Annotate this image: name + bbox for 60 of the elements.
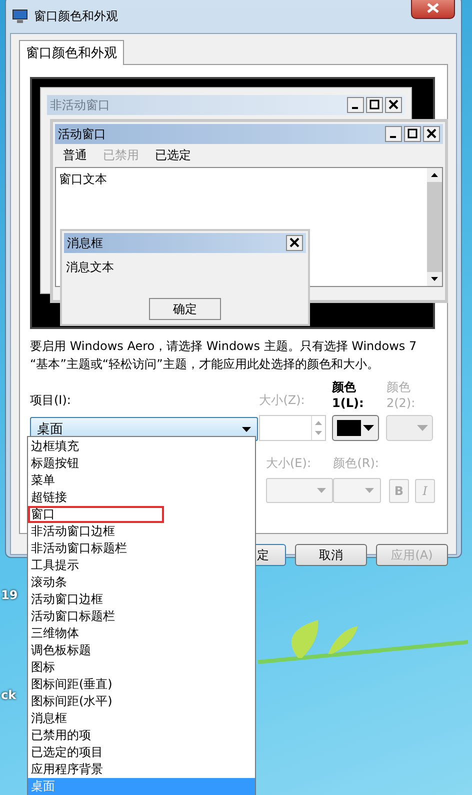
window-title: 消息框 xyxy=(67,234,103,252)
caret-icon xyxy=(365,488,374,493)
caret-icon xyxy=(317,488,326,493)
list-item[interactable]: 超链接 xyxy=(28,489,255,506)
list-item[interactable]: 调色板标题 xyxy=(28,642,255,659)
tab[interactable]: 窗口颜色和外观 xyxy=(19,40,124,65)
list-item[interactable]: 图标间距(水平) xyxy=(28,693,255,710)
window-text: 窗口文本 xyxy=(58,171,108,188)
color-label: 1(L): xyxy=(332,395,365,411)
caret-icon xyxy=(242,426,251,432)
item-label: 项目(I): xyxy=(30,392,72,409)
color-label: 颜色 xyxy=(332,379,358,395)
close-button[interactable] xyxy=(411,0,455,19)
color-picker-button[interactable] xyxy=(332,415,380,441)
caret-icon xyxy=(417,425,428,431)
font-color-label: 颜色(R): xyxy=(333,455,380,472)
list-item[interactable]: 非活动窗口边框 xyxy=(28,523,255,540)
color-picker-button[interactable] xyxy=(386,415,434,441)
list-item[interactable]: 滚动条 xyxy=(28,574,255,591)
list-item[interactable]: 已选定的项目 xyxy=(28,744,255,761)
close-icon xyxy=(427,3,439,13)
close-icon xyxy=(385,97,402,113)
close-icon xyxy=(423,126,440,142)
font-color-dropdown[interactable] xyxy=(333,478,382,503)
list-item[interactable]: 标题按钮 xyxy=(28,455,255,472)
list-item[interactable]: 菜单 xyxy=(28,472,255,489)
maximize-icon xyxy=(366,97,383,113)
list-item[interactable]: 活动窗口边框 xyxy=(28,591,255,608)
size-spinner[interactable] xyxy=(259,415,326,441)
minimize-icon xyxy=(385,126,402,142)
list-item[interactable]: 边框填充 xyxy=(28,438,255,455)
list-item[interactable]: 活动窗口标题栏 xyxy=(28,608,255,625)
size-label: 大小(Z): xyxy=(259,392,306,409)
selected-value: 桌面 xyxy=(37,421,63,438)
list-item[interactable]: 图标间距(垂直) xyxy=(28,676,255,693)
message-text: 消息文本 xyxy=(65,259,115,276)
minimize-icon xyxy=(347,97,364,113)
maximize-icon xyxy=(404,126,421,142)
list-item[interactable]: 已禁用的项 xyxy=(28,727,255,744)
list-item[interactable]: 非活动窗口标题栏 xyxy=(28,540,255,557)
caret-icon xyxy=(363,425,374,431)
window-title: 非活动窗口 xyxy=(50,96,110,114)
font-size-dropdown[interactable] xyxy=(266,478,333,503)
color-label: 颜色 xyxy=(386,379,412,395)
font-size-label: 大小(E): xyxy=(266,455,312,472)
dialog-button[interactable]: 取消 xyxy=(295,544,367,566)
list-item[interactable]: 三维物体 xyxy=(28,625,255,642)
window-title: 窗口颜色和外观 xyxy=(34,8,118,24)
description-text: 要启用 Windows Aero，请选择 Windows 主题。只有选择 Windows 7 “基本”主题或“轻松访问”主题，才能应用此处选择的颜色和大小。 xyxy=(30,338,418,373)
list-item[interactable]: 应用程序背景 xyxy=(28,761,255,778)
window-title: 活动窗口 xyxy=(58,126,106,142)
ok-button[interactable]: 确定 xyxy=(149,298,221,320)
close-icon xyxy=(286,235,303,251)
color-label: 2(2): xyxy=(386,395,416,411)
monitor-icon xyxy=(12,8,28,24)
list-item[interactable]: 工具提示 xyxy=(28,557,255,574)
list-item[interactable]: 消息框 xyxy=(28,710,255,727)
list-item[interactable]: 图标 xyxy=(28,659,255,676)
menu-item: 已禁用 xyxy=(103,147,139,164)
list-item[interactable]: 窗口 xyxy=(28,506,164,523)
